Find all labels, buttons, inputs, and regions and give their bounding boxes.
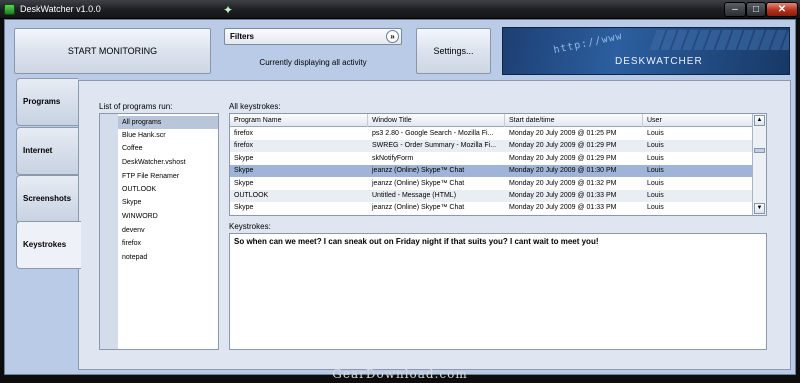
table-cell: Skype [234, 179, 254, 187]
table-cell: SWREG - Order Summary - Mozilla Fi... [372, 142, 497, 150]
table-cell: Monday 20 July 2009 @ 01:32 PM [509, 179, 617, 187]
program-item[interactable]: firefox [122, 237, 141, 250]
programs-list-label: List of programs run: [99, 102, 173, 111]
banner-url-text: http://www [552, 30, 624, 57]
table-cell: Skype [234, 204, 254, 212]
table-cell: Monday 20 July 2009 @ 01:33 PM [509, 204, 617, 212]
tab-internet[interactable]: Internet [16, 127, 78, 175]
table-cell: Monday 20 July 2009 @ 01:25 PM [509, 130, 617, 137]
keystrokes-table[interactable]: Program Name Window Title Start date/tim… [229, 113, 767, 216]
list-gutter [100, 114, 118, 349]
column-header-program[interactable]: Program Name [230, 114, 368, 127]
table-row[interactable]: Skype skNotifyForm Monday 20 July 2009 @ 0… [230, 153, 752, 165]
tab-keystrokes[interactable]: Keystrokes [16, 221, 81, 269]
table-cell: Louis [647, 130, 664, 137]
program-item[interactable]: FTP File Renamer [122, 170, 179, 183]
table-cell: firefox [234, 142, 254, 150]
table-cell: Monday 20 July 2009 @ 01:29 PM [509, 154, 617, 162]
table-cell: jeanzz (Online) Skype™ Chat [372, 167, 465, 175]
keystrokes-text-label: Keystrokes: [229, 222, 271, 231]
filters-label: Filters [230, 32, 255, 41]
program-item[interactable]: Coffee [122, 142, 143, 155]
program-item[interactable]: Skype [122, 196, 141, 209]
table-cell: Monday 20 July 2009 @ 01:33 PM [509, 192, 617, 199]
start-monitoring-button[interactable]: START MONITORING [14, 28, 211, 74]
program-item[interactable]: DeskWatcher.vshost [122, 156, 186, 169]
table-cell: jeanzz (Online) Skype™ Chat [372, 204, 465, 212]
program-item[interactable]: notepad [122, 251, 147, 264]
table-header: Program Name Window Title Start date/tim… [230, 114, 752, 127]
scroll-thumb[interactable] [754, 148, 765, 153]
deskwatcher-banner: http://www DESKWATCHER [502, 27, 790, 75]
vertical-scrollbar[interactable]: ▲ ▼ [752, 114, 766, 215]
close-button[interactable]: ✕ [766, 2, 798, 17]
scroll-down-button[interactable]: ▼ [754, 203, 765, 214]
table-cell: Louis [647, 167, 664, 175]
maximize-button[interactable]: □ [746, 2, 766, 17]
table-cell: skNotifyForm [372, 154, 414, 162]
table-cell: firefox [234, 130, 254, 137]
table-row[interactable]: firefox SWREG - Order Summary - Mozilla F… [230, 140, 752, 153]
table-cell: Louis [647, 154, 664, 162]
table-cell: Monday 20 July 2009 @ 01:30 PM [509, 167, 617, 175]
keystrokes-textbox[interactable]: So when can we meet? I can sneak out on … [229, 233, 767, 350]
watermark: GearDownload.com [332, 367, 468, 381]
scroll-up-button[interactable]: ▲ [754, 115, 765, 126]
table-cell: OUTLOOK [234, 192, 269, 199]
all-keystrokes-label: All keystrokes: [229, 102, 281, 111]
table-cell: Untitled - Message (HTML) [372, 192, 457, 199]
table-cell: Louis [647, 192, 664, 199]
sparkle-icon: ✦ [222, 3, 234, 17]
table-row[interactable]: Skype jeanzz (Online) Skype™ Chat Monday 2… [230, 202, 752, 214]
table-cell: jeanzz (Online) Skype™ Chat [372, 179, 465, 187]
table-cell: Monday 20 July 2009 @ 01:29 PM [509, 142, 617, 150]
keystrokes-panel: List of programs run: All programs Blue … [78, 80, 791, 370]
window-title: DeskWatcher v1.0.0 [20, 4, 101, 14]
settings-button[interactable]: Settings... [416, 28, 491, 74]
tab-screenshots[interactable]: Screenshots [16, 175, 78, 223]
table-cell: ps3 2.80 - Google Search - Mozilla Fi... [372, 130, 494, 137]
table-row[interactable]: Skype jeanzz (Online) Skype™ Chat Monday 2… [230, 178, 752, 190]
chevron-down-icon[interactable]: » [386, 30, 399, 43]
banner-brand: DESKWATCHER [615, 56, 703, 67]
filters-dropdown[interactable]: Filters » [224, 28, 402, 45]
program-item[interactable]: WINWORD [122, 210, 158, 223]
title-bar: DeskWatcher v1.0.0 ✦ – □ ✕ [0, 0, 800, 19]
table-cell: Louis [647, 142, 664, 150]
column-header-start[interactable]: Start date/time [505, 114, 643, 127]
app-icon [4, 4, 15, 15]
filter-status-text: Currently displaying all activity [259, 58, 367, 67]
program-item[interactable]: Blue Hank.scr [122, 129, 166, 142]
column-header-window-title[interactable]: Window Title [368, 114, 505, 127]
table-cell: Skype [234, 167, 254, 175]
tab-programs[interactable]: Programs [16, 78, 78, 126]
keyboard-graphic [649, 30, 789, 50]
app-window: START MONITORING Filters » Currently dis… [4, 19, 796, 375]
program-item-all[interactable]: All programs [118, 116, 218, 129]
programs-list[interactable]: All programs Blue Hank.scr Coffee DeskWa… [99, 113, 219, 350]
minimize-button[interactable]: – [724, 2, 746, 17]
table-row[interactable]: firefox ps3 2.80 - Google Search - Mozill… [230, 128, 752, 140]
table-cell: Skype [234, 154, 254, 162]
column-header-user[interactable]: User [643, 114, 752, 127]
table-cell: Louis [647, 179, 664, 187]
table-row[interactable]: OUTLOOK Untitled - Message (HTML) Monday 2… [230, 190, 752, 202]
program-item[interactable]: OUTLOOK [122, 183, 156, 196]
program-item[interactable]: devenv [122, 224, 145, 237]
table-cell: Louis [647, 204, 664, 212]
table-row[interactable]: Skype jeanzz (Online) Skype™ Chat Monday 2… [230, 165, 752, 178]
